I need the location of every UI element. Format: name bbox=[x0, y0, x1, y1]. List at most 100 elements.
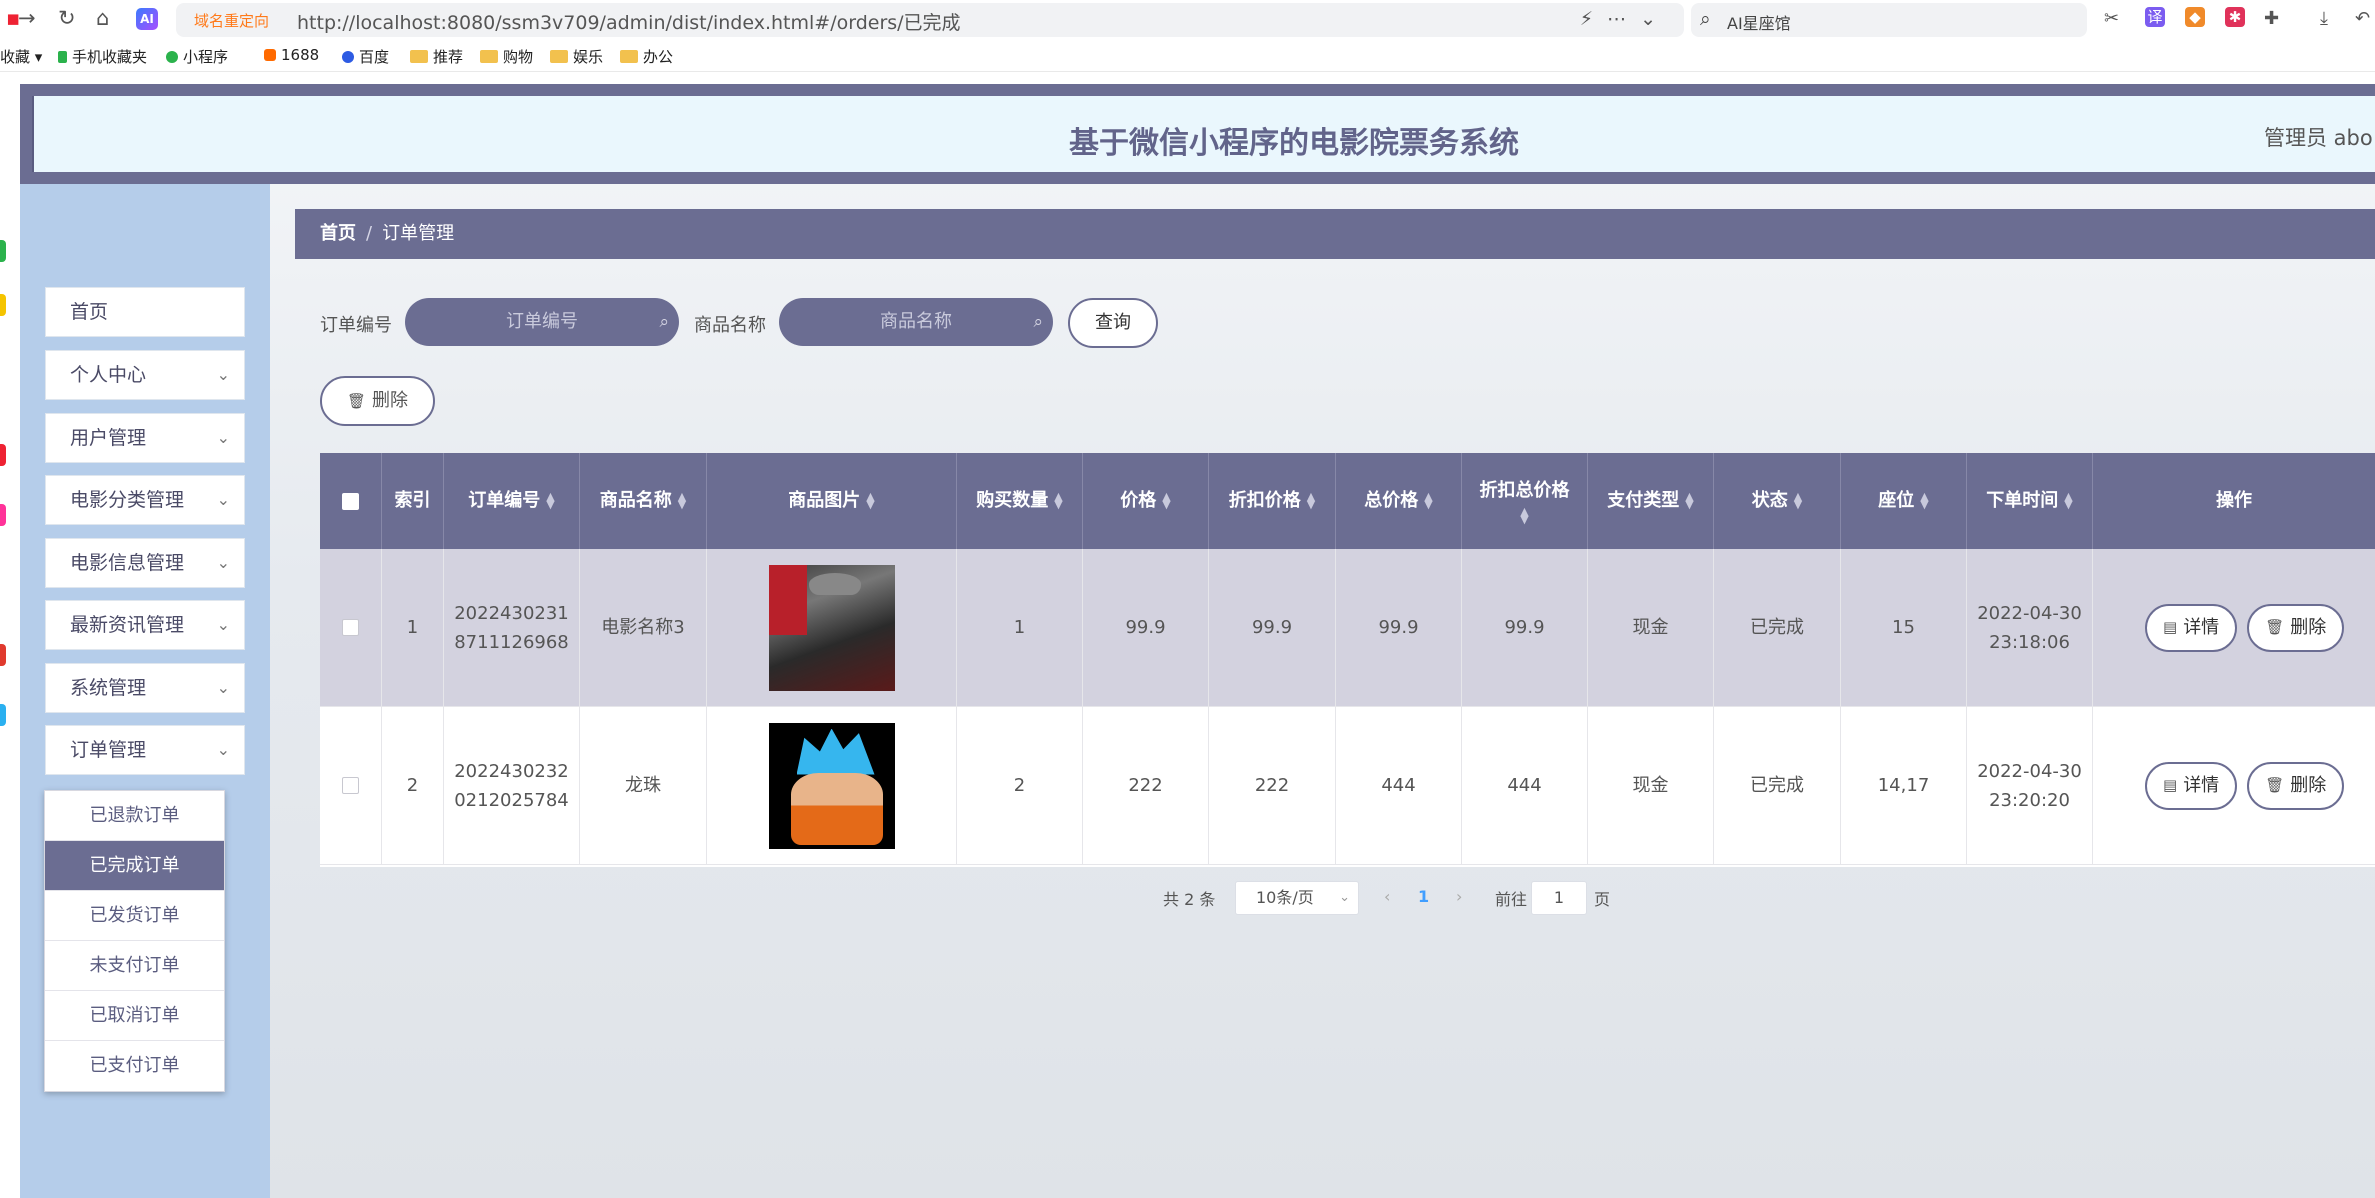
submenu-cancelled[interactable]: 已取消订单 bbox=[45, 991, 224, 1041]
sort-icon[interactable]: ▲ ▼ bbox=[1307, 491, 1315, 510]
chevron-down-icon[interactable]: ⌄ bbox=[1640, 8, 1670, 30]
bookmark-1688[interactable]: 1688 bbox=[264, 46, 319, 64]
sidebar-item-news[interactable]: 最新资讯管理 ⌄ bbox=[45, 600, 245, 650]
submenu-paid[interactable]: 已支付订单 bbox=[45, 1041, 224, 1091]
download-icon[interactable]: ⤓ bbox=[2320, 8, 2328, 29]
admin-user[interactable]: 管理员 abo bbox=[2264, 122, 2373, 152]
sidebar-item-profile[interactable]: 个人中心 ⌄ bbox=[45, 350, 245, 400]
search-text[interactable]: AI星座馆 bbox=[1727, 10, 1791, 34]
sidebar-item-home[interactable]: 首页 bbox=[45, 287, 245, 337]
sort-icon[interactable]: ▲ ▼ bbox=[1424, 491, 1432, 510]
col-header-discount-price[interactable]: 折扣价格 ▲ ▼ bbox=[1209, 453, 1336, 549]
bookmark-baidu[interactable]: 百度 bbox=[342, 46, 389, 67]
sidebar-item-orders[interactable]: 订单管理 ⌄ bbox=[45, 725, 245, 775]
sort-icon[interactable]: ▲ ▼ bbox=[2064, 491, 2072, 510]
movie-poster-image[interactable] bbox=[768, 564, 895, 691]
select-all-header[interactable] bbox=[320, 453, 382, 549]
sort-icon[interactable]: ▲ ▼ bbox=[1162, 491, 1170, 510]
col-header-pay-type[interactable]: 支付类型 ▲ ▼ bbox=[1588, 453, 1714, 549]
delete-button[interactable]: 🗑 删除 bbox=[2247, 603, 2345, 652]
bookmark-shopping[interactable]: 购物 bbox=[480, 46, 533, 67]
row-checkbox[interactable] bbox=[342, 619, 359, 636]
submenu-unpaid[interactable]: 未支付订单 bbox=[45, 941, 224, 991]
bookmark-entertainment[interactable]: 娱乐 bbox=[550, 46, 603, 67]
col-header-total[interactable]: 总价格 ▲ ▼ bbox=[1336, 453, 1462, 549]
cell-index: 2 bbox=[382, 707, 444, 865]
side-app-icon[interactable] bbox=[0, 444, 6, 466]
col-header-order-time[interactable]: 下单时间 ▲ ▼ bbox=[1967, 453, 2093, 549]
detail-button[interactable]: ▤ 详情 bbox=[2145, 761, 2238, 810]
batch-delete-button[interactable]: 🗑 删除 bbox=[320, 376, 435, 426]
baidu-icon bbox=[342, 51, 354, 63]
browser-side-strip bbox=[0, 84, 20, 1198]
forward-icon[interactable]: → bbox=[18, 6, 36, 30]
sort-icon[interactable]: ▲ ▼ bbox=[1054, 491, 1062, 510]
submenu-shipped[interactable]: 已发货订单 bbox=[45, 891, 224, 941]
delete-button[interactable]: 🗑 删除 bbox=[2247, 761, 2345, 810]
sidebar-item-movie-category[interactable]: 电影分类管理 ⌄ bbox=[45, 475, 245, 525]
query-button[interactable]: 查询 bbox=[1068, 298, 1158, 348]
lightning-icon[interactable]: ⚡ bbox=[1580, 8, 1607, 30]
sort-icon[interactable]: ▲ ▼ bbox=[1520, 506, 1528, 525]
undo-icon[interactable]: ↶ bbox=[2355, 8, 2370, 29]
reload-icon[interactable]: ↻ bbox=[58, 6, 76, 30]
order-no-input[interactable]: 订单编号 ⌕ bbox=[405, 298, 679, 346]
movie-poster-image[interactable] bbox=[768, 722, 895, 849]
detail-button[interactable]: ▤ 详情 bbox=[2145, 603, 2238, 652]
prev-page-icon[interactable]: ‹ bbox=[1384, 881, 1390, 913]
side-app-icon[interactable] bbox=[0, 294, 6, 316]
product-name-input[interactable]: 商品名称 ⌕ bbox=[779, 298, 1053, 346]
col-header-qty[interactable]: 购买数量 ▲ ▼ bbox=[957, 453, 1083, 549]
translate-icon[interactable]: 译 bbox=[2145, 7, 2165, 27]
extension-fox-icon[interactable]: ◆ bbox=[2185, 7, 2205, 27]
browser-search-box[interactable]: ⌕ AI星座馆 bbox=[1691, 3, 2087, 37]
cell-order-no: 2022430231 8711126968 bbox=[444, 549, 580, 707]
address-bar[interactable]: 域名重定向 http://localhost:8080/ssm3v709/adm… bbox=[176, 3, 1684, 37]
sort-icon[interactable]: ▲ ▼ bbox=[1794, 491, 1802, 510]
ai-assistant-icon[interactable]: AI bbox=[136, 8, 158, 30]
col-header-product[interactable]: 商品名称 ▲ ▼ bbox=[580, 453, 707, 549]
row-select-cell[interactable] bbox=[320, 549, 382, 707]
col-header-image[interactable]: 商品图片 ▲ ▼ bbox=[707, 453, 957, 549]
url-text[interactable]: http://localhost:8080/ssm3v709/admin/dis… bbox=[297, 8, 961, 35]
side-app-icon[interactable] bbox=[0, 644, 6, 666]
col-header-discount-total[interactable]: 折扣总价格 ▲ ▼ bbox=[1462, 453, 1588, 549]
home-icon[interactable]: ⌂ bbox=[96, 6, 109, 30]
breadcrumb-home[interactable]: 首页 bbox=[320, 223, 356, 244]
sort-icon[interactable]: ▲ ▼ bbox=[678, 491, 686, 510]
submenu-completed[interactable]: 已完成订单 bbox=[45, 841, 224, 891]
col-header-order-no[interactable]: 订单编号 ▲ ▼ bbox=[444, 453, 580, 549]
sidebar-item-movie-info[interactable]: 电影信息管理 ⌄ bbox=[45, 538, 245, 588]
goto-page-input[interactable]: 1 bbox=[1531, 881, 1587, 915]
side-app-icon[interactable] bbox=[0, 704, 6, 726]
row-select-cell[interactable] bbox=[320, 707, 382, 865]
side-app-icon[interactable] bbox=[0, 504, 6, 526]
bookmark-office[interactable]: 办公 bbox=[620, 46, 673, 67]
page-size-select[interactable]: 10条/页 ⌄ bbox=[1235, 881, 1359, 915]
col-header-seat[interactable]: 座位 ▲ ▼ bbox=[1841, 453, 1967, 549]
bookmark-mobile[interactable]: 手机收藏夹 bbox=[58, 46, 147, 67]
sort-icon[interactable]: ▲ ▼ bbox=[866, 491, 874, 510]
bookmark-miniprogram[interactable]: 小程序 bbox=[166, 46, 228, 67]
sidebar-item-users[interactable]: 用户管理 ⌄ bbox=[45, 413, 245, 463]
side-app-icon[interactable] bbox=[0, 240, 6, 262]
sidebar-item-system[interactable]: 系统管理 ⌄ bbox=[45, 663, 245, 713]
more-icon[interactable]: ⋯ bbox=[1607, 8, 1640, 30]
sort-icon[interactable]: ▲ ▼ bbox=[1685, 491, 1693, 510]
puzzle-icon[interactable]: ✚ bbox=[2264, 8, 2279, 29]
bookmark-recommend[interactable]: 推荐 bbox=[410, 46, 463, 67]
row-checkbox[interactable] bbox=[342, 777, 359, 794]
page-number-current[interactable]: 1 bbox=[1418, 881, 1429, 913]
col-header-status[interactable]: 状态 ▲ ▼ bbox=[1714, 453, 1841, 549]
cell-seat: 15 bbox=[1841, 549, 1967, 707]
sort-icon[interactable]: ▲ ▼ bbox=[1920, 491, 1928, 510]
extension-net-icon[interactable]: ✱ bbox=[2225, 7, 2245, 27]
next-page-icon[interactable]: › bbox=[1456, 881, 1462, 913]
scissors-icon[interactable]: ✂ bbox=[2104, 8, 2119, 29]
sort-icon[interactable]: ▲ ▼ bbox=[546, 491, 554, 510]
submenu-refunded[interactable]: 已退款订单 bbox=[45, 791, 224, 841]
select-all-checkbox[interactable] bbox=[342, 492, 359, 510]
col-header-price[interactable]: 价格 ▲ ▼ bbox=[1083, 453, 1209, 549]
address-bar-actions[interactable]: ⚡⋯⌄ bbox=[1580, 8, 1670, 30]
bookmark-favorites[interactable]: 收藏 ▾ bbox=[0, 46, 42, 67]
